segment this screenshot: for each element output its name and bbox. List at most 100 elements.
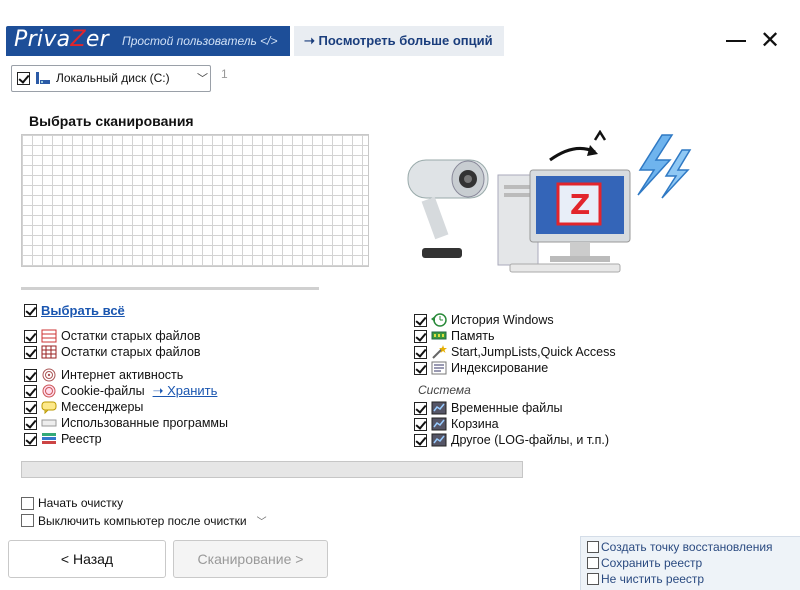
scan-item-label: Память (451, 329, 495, 343)
scan-item-label: Остатки старых файлов (61, 345, 201, 359)
drive-count: 1 (221, 67, 228, 81)
scan-item-checkbox[interactable] (414, 361, 427, 375)
scan-item-label: Индексирование (451, 361, 549, 375)
svg-text:Z: Z (570, 188, 590, 221)
recycle-bin-icon (431, 417, 447, 431)
scan-item-row[interactable]: Остатки старых файлов (24, 328, 201, 344)
restore-point-option[interactable]: Создать точку восстановления (587, 540, 773, 554)
keep-cookies-link[interactable]: ➝ Хранить (153, 383, 218, 399)
save-registry-label: Сохранить реестр (601, 556, 703, 570)
start-cleaning-option[interactable]: Начать очистку (21, 496, 123, 510)
scan-item-label: Реестр (61, 432, 102, 446)
restore-options-panel: Создать точку восстановления Сохранить р… (580, 536, 800, 590)
title-bar: PrivaZer Простой пользователь </> ➝ Посм… (0, 0, 800, 56)
chevron-down-icon[interactable]: ﹀ (257, 513, 267, 528)
scan-item-label: Другое (LOG-файлы, и т.п.) (451, 433, 610, 447)
scan-item-label: Временные файлы (451, 401, 563, 415)
start-cleaning-checkbox[interactable] (21, 496, 34, 510)
scan-item-checkbox[interactable] (414, 433, 427, 447)
scan-item-label: Start,JumpLists,Quick Access (451, 345, 616, 359)
select-all-checkbox[interactable] (24, 303, 37, 317)
scan-item-label: Корзина (451, 417, 499, 431)
scan-item-row[interactable]: Start,JumpLists,Quick Access (414, 344, 616, 360)
scan-item-checkbox[interactable] (24, 432, 37, 446)
scan-item-row[interactable]: Cookie-файлы ➝ Хранить (24, 383, 217, 399)
shutdown-checkbox[interactable] (21, 514, 34, 527)
memory-chip-icon (431, 331, 447, 340)
scan-item-checkbox[interactable] (24, 329, 37, 343)
index-list-icon (431, 361, 447, 375)
scan-item-checkbox[interactable] (414, 313, 427, 327)
log-files-icon (431, 433, 447, 447)
close-button[interactable]: ✕ (756, 27, 784, 54)
back-button[interactable]: < Назад (8, 540, 166, 578)
progress-bar (21, 461, 523, 478)
restore-point-label: Создать точку восстановления (601, 540, 773, 554)
minimize-button[interactable] (722, 30, 750, 54)
chat-bubble-icon (41, 401, 57, 414)
scan-item-label: Использованные программы (61, 416, 229, 430)
scan-item-row[interactable]: Память (414, 328, 495, 344)
scan-item-checkbox[interactable] (414, 401, 427, 415)
restore-point-checkbox[interactable] (587, 541, 599, 553)
scan-item-checkbox[interactable] (24, 416, 37, 430)
scan-illustration: Z (407, 130, 692, 273)
scan-item-row[interactable]: Корзина (414, 416, 499, 432)
scan-item-row[interactable]: История Windows (414, 312, 554, 328)
privazer-logo: PrivaZer (14, 27, 109, 52)
scan-item-checkbox[interactable] (24, 400, 37, 414)
scan-item-checkbox[interactable] (414, 345, 427, 359)
drive-checkbox[interactable] (17, 72, 30, 85)
lightning-icon (637, 134, 692, 199)
scan-item-row[interactable]: Остатки старых файлов (24, 344, 201, 360)
scan-item-checkbox[interactable] (24, 384, 37, 398)
system-section-title: Система (418, 383, 471, 397)
camera-icon (407, 159, 489, 258)
more-options-link[interactable]: ➝ Посмотреть больше опций (294, 26, 504, 56)
scan-progress-grid (21, 134, 369, 267)
scan-item-label: Cookie-файлы (61, 384, 145, 398)
save-registry-checkbox[interactable] (587, 557, 599, 569)
fingerprint-icon (42, 368, 56, 382)
scan-item-row[interactable]: Временные файлы (414, 400, 563, 416)
scan-item-row[interactable]: Интернет активность (24, 367, 183, 383)
scan-item-checkbox[interactable] (414, 329, 427, 343)
skip-registry-checkbox[interactable] (587, 573, 599, 585)
wand-icon (432, 345, 447, 359)
scan-item-label: Мессенджеры (61, 400, 144, 414)
red-table-icon (41, 329, 57, 343)
shutdown-label: Выключить компьютер после очистки (38, 513, 247, 528)
close-icon: ✕ (759, 27, 781, 54)
scan-item-checkbox[interactable] (24, 368, 37, 382)
skip-registry-option[interactable]: Не чистить реестр (587, 572, 704, 586)
select-all-link[interactable]: Выбрать всё (41, 303, 125, 318)
program-bar-icon (41, 419, 57, 427)
drive-label: Локальный диск (C:) (56, 71, 170, 85)
scan-item-label: Интернет активность (61, 368, 184, 382)
start-cleaning-label: Начать очистку (38, 496, 124, 510)
scan-item-checkbox[interactable] (24, 345, 37, 359)
drive-icon (36, 72, 50, 84)
save-registry-option[interactable]: Сохранить реестр (587, 556, 702, 570)
temp-files-icon (431, 401, 447, 415)
chevron-down-icon: ﹀ (197, 73, 208, 85)
skip-registry-label: Не чистить реестр (601, 572, 705, 586)
scan-item-row[interactable]: Мессенджеры (24, 399, 143, 415)
scan-section-title: Выбрать сканирования (29, 113, 194, 129)
scan-item-row[interactable]: Другое (LOG-файлы, и т.п.) (414, 432, 609, 448)
scan-item-row[interactable]: Использованные программы (24, 415, 228, 431)
scan-item-row[interactable]: Индексирование (414, 360, 548, 376)
select-all-row[interactable]: Выбрать всё (24, 302, 125, 318)
separator (21, 287, 319, 290)
registry-icon (42, 433, 56, 444)
scan-button[interactable]: Сканирование > (173, 540, 328, 578)
scan-item-row[interactable]: Реестр (24, 431, 102, 447)
scan-item-label: История Windows (451, 313, 554, 327)
brand-bar: PrivaZer Простой пользователь </> (6, 26, 290, 56)
shutdown-option[interactable]: Выключить компьютер после очистки ﹀ (21, 513, 267, 528)
scan-item-checkbox[interactable] (414, 417, 427, 431)
drive-select[interactable]: Локальный диск (C:) ﹀ (11, 65, 211, 92)
user-mode-label[interactable]: Простой пользователь </> (122, 34, 278, 48)
history-clock-icon (431, 313, 447, 327)
code-brackets-icon: </> (260, 34, 278, 48)
